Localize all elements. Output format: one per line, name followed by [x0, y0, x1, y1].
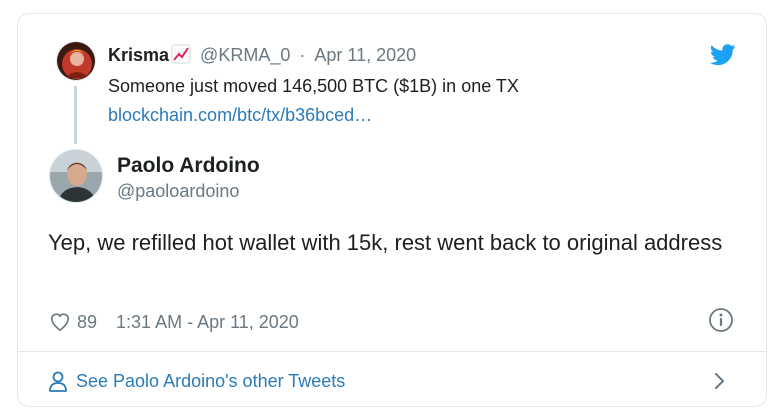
chart-increasing-icon	[171, 44, 191, 64]
info-icon[interactable]	[708, 307, 734, 333]
quoted-author-handle[interactable]: @KRMA_0	[200, 45, 290, 65]
tweet-text: Yep, we refilled hot wallet with 15k, re…	[48, 230, 723, 255]
tweet-meta-row: 89 1:31 AM - Apr 11, 2020	[49, 308, 299, 336]
see-other-tweets-link[interactable]: See Paolo Ardoino's other Tweets	[48, 367, 345, 395]
quoted-tweet-date[interactable]: Apr 11, 2020	[314, 45, 416, 65]
footer-divider	[18, 351, 766, 352]
like-count[interactable]: 89	[77, 312, 97, 333]
quoted-tweet-header: Krisma @KRMA_0 · Apr 11, 2020	[108, 44, 416, 66]
person-icon	[48, 370, 68, 392]
heart-icon[interactable]	[49, 311, 71, 333]
quoted-separator: ·	[299, 45, 306, 65]
author-name[interactable]: Paolo Ardoino	[117, 153, 260, 179]
author-handle[interactable]: @paoloardoino	[117, 180, 239, 202]
chevron-right-icon[interactable]	[712, 369, 728, 393]
see-other-tweets-label: See Paolo Ardoino's other Tweets	[76, 370, 346, 391]
quoted-author-avatar[interactable]	[56, 41, 96, 81]
quoted-tweet-link[interactable]: blockchain.com/btc/tx/b36bced…	[108, 103, 372, 127]
embedded-tweet-card: Krisma @KRMA_0 · Apr 11, 2020 Someone ju…	[17, 13, 767, 407]
quoted-author-name[interactable]: Krisma	[108, 45, 169, 65]
quoted-tweet-text: Someone just moved 146,500 BTC ($1B) in …	[108, 76, 519, 96]
twitter-bird-icon[interactable]	[710, 44, 736, 66]
thread-connector-line	[74, 86, 77, 144]
author-avatar[interactable]	[49, 149, 103, 203]
tweet-timestamp[interactable]: 1:31 AM - Apr 11, 2020	[116, 312, 299, 333]
